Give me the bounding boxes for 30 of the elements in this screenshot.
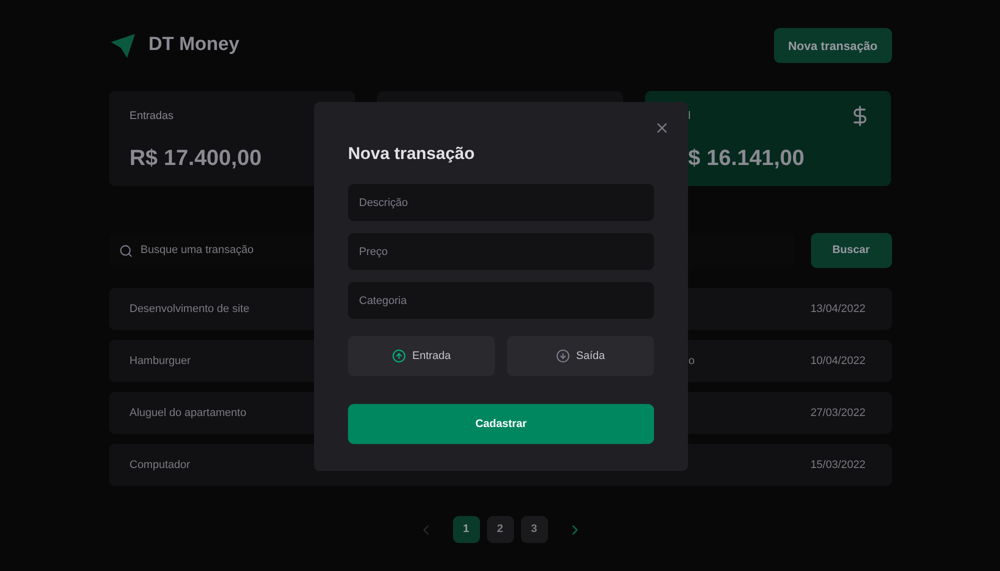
transaction-date: 10/04/2022 [810,354,866,369]
arrow-down-circle-icon [556,349,570,363]
card-label: l [688,108,691,124]
transaction-category: o [688,354,695,367]
modal-title: Nova transação [348,144,476,164]
transaction-date: 27/03/2022 [810,406,866,421]
card-value: R$ 17.400,00 [130,144,263,172]
input-field[interactable]: Preço [348,233,654,270]
input-field[interactable]: Categoria [348,282,654,319]
transaction-description: Desenvolvimento de site [130,302,250,317]
brand-name: DT Money [148,33,240,58]
transaction-description: Aluguel do apartamento [130,406,246,421]
transaction-description: Hamburguer [130,354,191,369]
page-button[interactable]: 2 [486,516,514,543]
new-transaction-button[interactable]: Nova transação [774,28,892,63]
transaction-type-button[interactable]: Saída [507,336,654,376]
card-value: $ 16.141,00 [688,144,806,172]
search-icon [118,244,132,258]
transaction-date: 15/03/2022 [810,458,866,473]
transaction-type-button[interactable]: Entrada [348,336,495,376]
card-label: Entradas [130,108,174,124]
search-button[interactable]: Buscar [810,233,892,268]
page-button[interactable]: 1 [452,516,480,543]
logo-icon [108,32,136,60]
arrow-up-circle-icon [392,349,406,363]
page-button[interactable]: 3 [520,516,548,543]
submit-button[interactable]: Cadastrar [348,404,654,444]
input-field[interactable]: Descrição [348,184,654,221]
transaction-date: 13/04/2022 [810,302,866,317]
transaction-description: Computador [130,458,190,473]
